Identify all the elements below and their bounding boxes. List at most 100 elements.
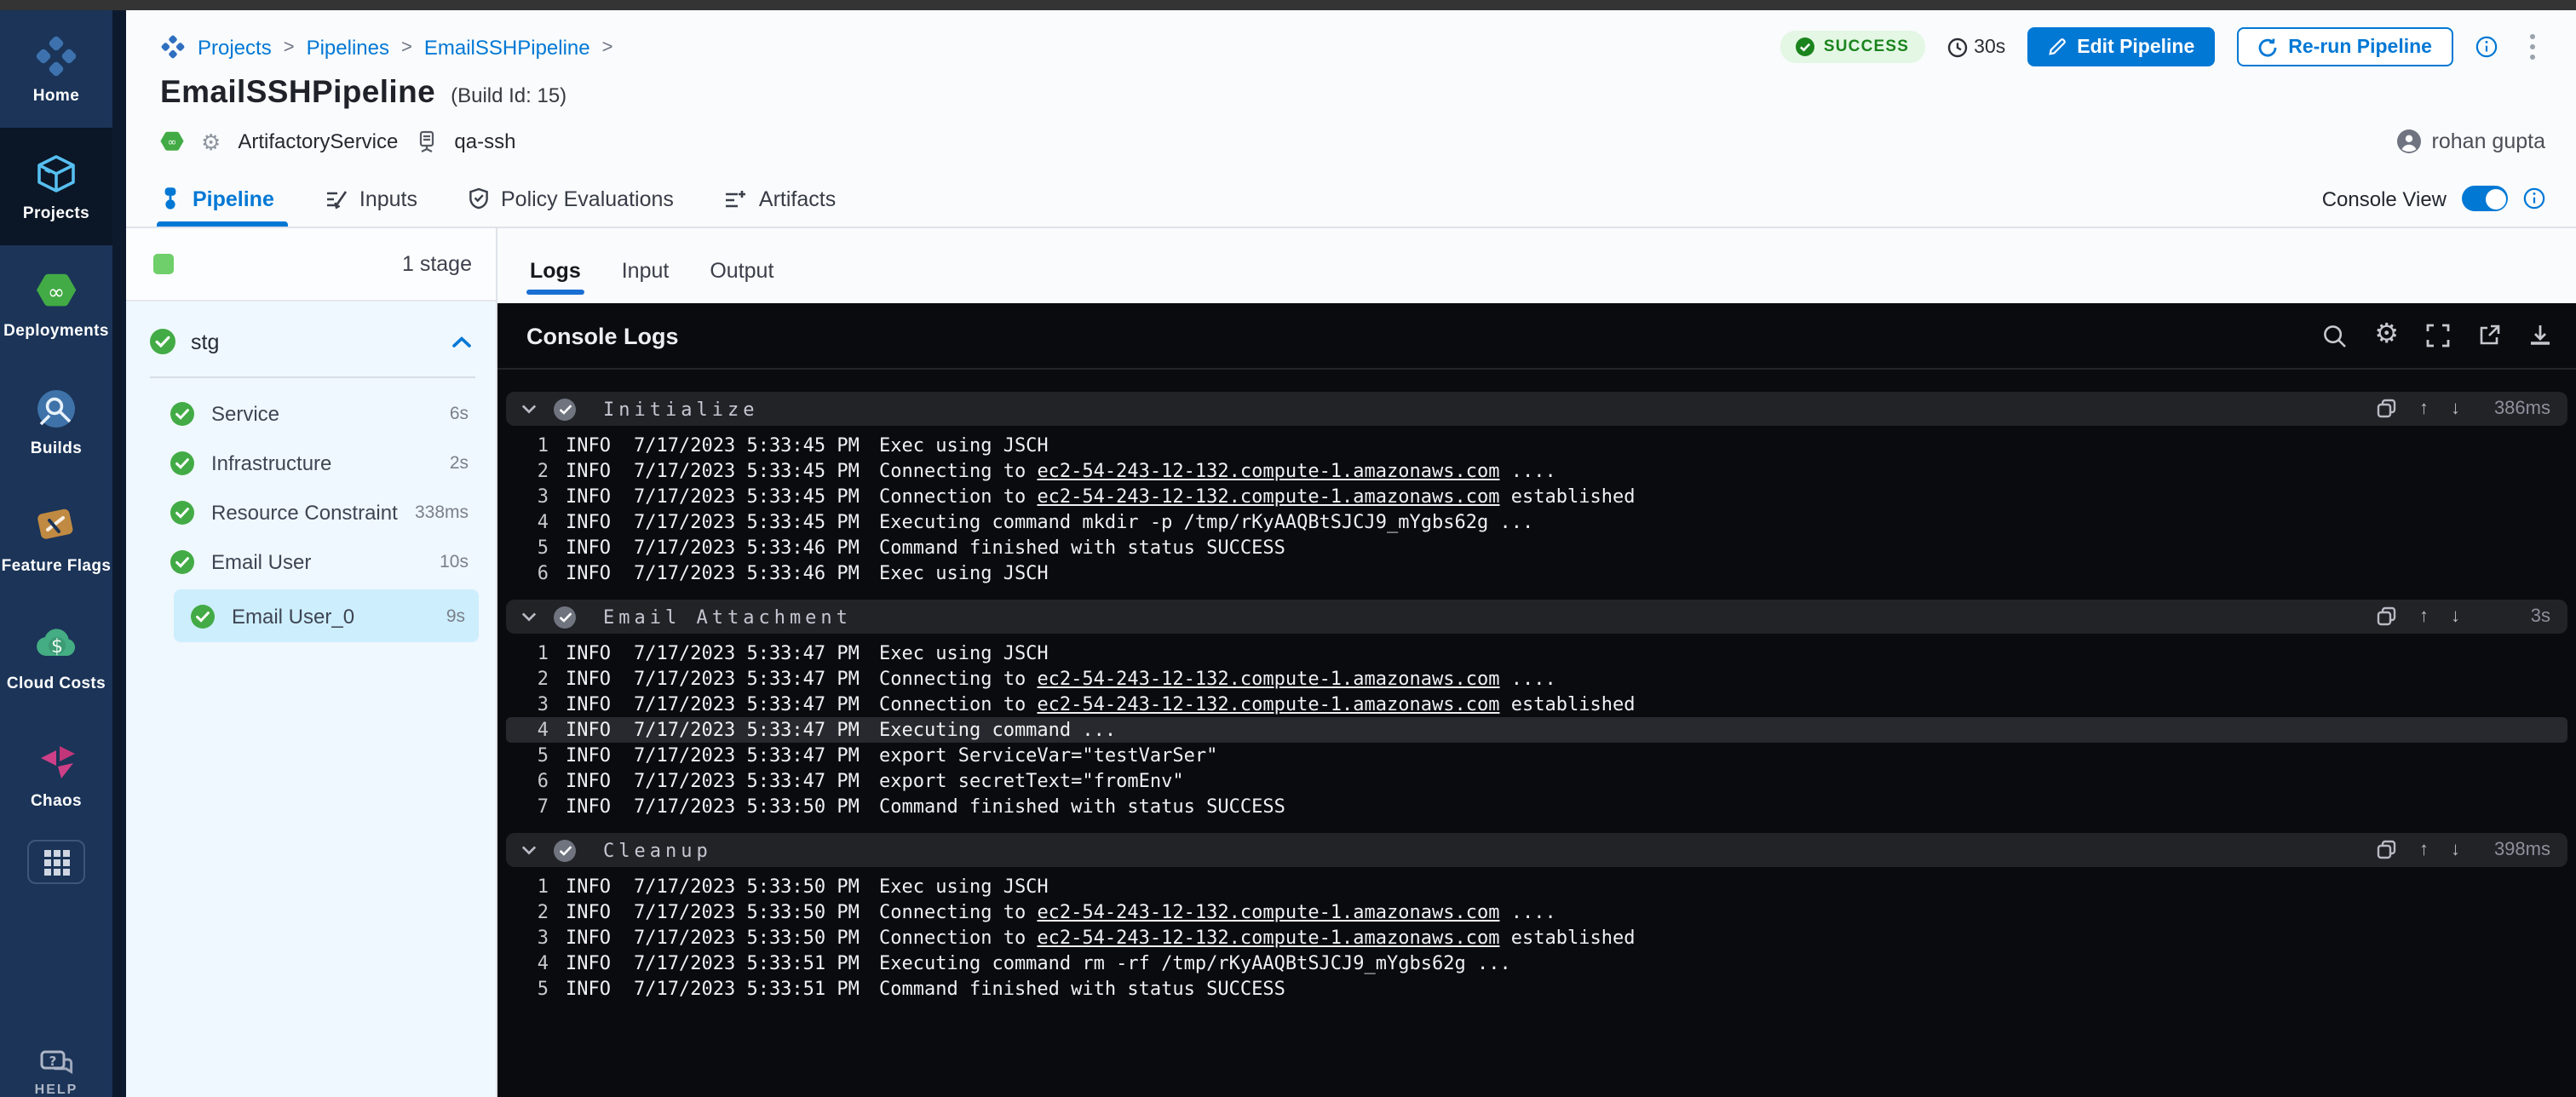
policy-shield-icon (469, 187, 489, 210)
stage-row-stg[interactable]: stg (147, 325, 479, 354)
search-icon[interactable] (2321, 323, 2347, 348)
chevron-up-icon[interactable] (451, 335, 472, 348)
tab-logs[interactable]: Logs (530, 259, 581, 303)
edit-pipeline-button[interactable]: Edit Pipeline (2027, 27, 2215, 66)
log-timestamp: 7/17/2023 5:33:47 PM (634, 719, 869, 741)
step-row-resource-constraint[interactable]: Resource Constraint338ms (147, 487, 479, 537)
copy-icon[interactable] (2377, 606, 2397, 627)
log-timestamp: 7/17/2023 5:33:45 PM (634, 485, 869, 508)
chevron-down-icon[interactable] (521, 612, 537, 622)
artifacts-icon (725, 188, 747, 209)
line-number: 2 (511, 901, 549, 923)
harness-logo-icon (160, 34, 186, 60)
breadcrumb-pipeline-name[interactable]: EmailSSHPipeline (424, 35, 590, 59)
environment-icon (415, 129, 437, 153)
step-row-infrastructure[interactable]: Infrastructure2s (147, 438, 479, 487)
log-host-link[interactable]: ec2-54-243-12-132.compute-1.amazonaws.co… (1037, 693, 1499, 715)
line-number: 2 (511, 668, 549, 690)
sidebar-item-home[interactable]: Home (0, 10, 112, 128)
sidebar-item-builds[interactable]: Builds (0, 363, 112, 480)
scroll-down-icon[interactable]: ↓ (2451, 399, 2460, 419)
scroll-down-icon[interactable]: ↓ (2451, 606, 2460, 627)
console-view-info-icon[interactable] (2523, 187, 2545, 210)
line-number: 3 (511, 927, 549, 949)
tab-output[interactable]: Output (710, 259, 773, 303)
log-host-link[interactable]: ec2-54-243-12-132.compute-1.amazonaws.co… (1037, 901, 1499, 923)
console-view-toggle[interactable] (2462, 186, 2508, 211)
sidebar-item-feature-flags[interactable]: Feature Flags (0, 480, 112, 598)
svg-text:$: $ (51, 635, 63, 657)
sidebar-item-cloud-costs[interactable]: $ Cloud Costs (0, 598, 112, 715)
console-logs-title: Console Logs (526, 323, 679, 348)
module-grid-button[interactable] (27, 840, 85, 884)
log-level: INFO (566, 952, 627, 974)
log-timestamp: 7/17/2023 5:33:47 PM (634, 744, 869, 767)
log-message: Command finished with status SUCCESS (879, 537, 1285, 559)
help-button[interactable]: ? HELP (0, 1049, 112, 1097)
scroll-up-icon[interactable]: ↑ (2419, 606, 2429, 627)
log-area: Logs Input Output Console Logs ⚙ (497, 228, 2576, 1097)
log-level: INFO (566, 978, 627, 1000)
sidebar: Home Projects ∞ Deployments Builds (0, 10, 112, 1097)
log-host-link[interactable]: ec2-54-243-12-132.compute-1.amazonaws.co… (1037, 668, 1499, 690)
copy-icon[interactable] (2377, 399, 2397, 419)
scroll-down-icon[interactable]: ↓ (2451, 840, 2460, 860)
service-name[interactable]: ArtifactoryService (238, 129, 398, 153)
copy-icon[interactable] (2377, 840, 2397, 860)
info-icon[interactable] (2475, 36, 2497, 58)
log-timestamp: 7/17/2023 5:33:50 PM (634, 795, 869, 818)
rerun-pipeline-button[interactable]: Re-run Pipeline (2237, 27, 2452, 66)
environment-name[interactable]: qa-ssh (454, 129, 515, 153)
tab-inputs[interactable]: Inputs (325, 170, 417, 227)
log-level: INFO (566, 876, 627, 898)
page-title: EmailSSHPipeline (160, 73, 435, 111)
step-name: Email User (211, 549, 311, 573)
tab-artifacts[interactable]: Artifacts (725, 170, 836, 227)
feature-flags-icon (34, 503, 78, 548)
log-section-header-email-attachment[interactable]: Email Attachment↑↓3s (506, 600, 2567, 634)
gear-icon[interactable]: ⚙ (201, 130, 221, 152)
section-title: Cleanup (603, 839, 712, 861)
log-message: Exec using JSCH (879, 642, 1049, 664)
more-options-icon[interactable] (2519, 29, 2545, 66)
chevron-down-icon[interactable] (521, 845, 537, 855)
line-number: 4 (511, 511, 549, 533)
line-number: 4 (511, 952, 549, 974)
log-host-link[interactable]: ec2-54-243-12-132.compute-1.amazonaws.co… (1037, 927, 1499, 949)
scroll-up-icon[interactable]: ↑ (2419, 840, 2429, 860)
download-icon[interactable] (2528, 324, 2552, 347)
log-message: export secretText="fromEnv" (879, 770, 1184, 792)
section-success-icon (554, 839, 576, 861)
open-external-icon[interactable] (2477, 324, 2501, 347)
tab-pipeline[interactable]: Pipeline (160, 170, 274, 227)
step-row-service[interactable]: Service6s (147, 388, 479, 438)
log-settings-gear-icon[interactable]: ⚙ (2374, 322, 2399, 349)
log-level: INFO (566, 795, 627, 818)
chevron-down-icon[interactable] (521, 404, 537, 414)
log-host-link[interactable]: ec2-54-243-12-132.compute-1.amazonaws.co… (1037, 485, 1499, 508)
sidebar-item-chaos[interactable]: Chaos (0, 715, 112, 833)
step-row-email-user[interactable]: Email User10s (147, 537, 479, 586)
log-timestamp: 7/17/2023 5:33:47 PM (634, 693, 869, 715)
log-host-link[interactable]: ec2-54-243-12-132.compute-1.amazonaws.co… (1037, 460, 1499, 482)
log-level: INFO (566, 744, 627, 767)
breadcrumb-projects[interactable]: Projects (198, 35, 272, 59)
sidebar-item-label: Projects (23, 204, 89, 222)
log-message: Exec using JSCH (879, 434, 1049, 457)
tab-input[interactable]: Input (622, 259, 670, 303)
scroll-up-icon[interactable]: ↑ (2419, 399, 2429, 419)
line-number: 3 (511, 693, 549, 715)
success-check-icon (1797, 37, 1815, 56)
log-section-header-cleanup[interactable]: Cleanup↑↓398ms (506, 833, 2567, 867)
tab-policy-evaluations[interactable]: Policy Evaluations (469, 170, 674, 227)
line-number: 1 (511, 434, 549, 457)
log-line: 2INFO7/17/2023 5:33:47 PMConnecting to e… (506, 666, 2567, 692)
sidebar-item-deployments[interactable]: ∞ Deployments (0, 245, 112, 363)
sidebar-item-projects[interactable]: Projects (0, 128, 112, 245)
log-line: 4INFO7/17/2023 5:33:51 PMExecuting comma… (506, 951, 2567, 976)
user-menu[interactable]: rohan gupta (2398, 129, 2545, 153)
breadcrumb-pipelines[interactable]: Pipelines (307, 35, 389, 59)
step-row-email-user-0[interactable]: Email User_09s (174, 589, 479, 642)
fullscreen-icon[interactable] (2426, 324, 2450, 347)
log-section-header-initialize[interactable]: Initialize↑↓386ms (506, 392, 2567, 426)
